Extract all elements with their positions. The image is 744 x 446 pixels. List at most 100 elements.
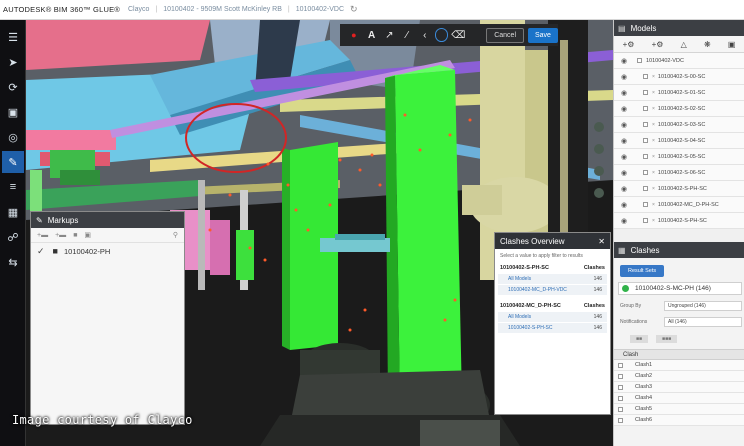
result-sets-button[interactable]: Result Sets — [620, 265, 665, 277]
clash-row[interactable]: Clash5 — [614, 404, 744, 415]
nav-dot[interactable] — [594, 122, 604, 132]
clash-icon[interactable]: ▦ — [2, 201, 24, 223]
star-icon[interactable]: △ — [681, 40, 687, 49]
model-checkbox[interactable] — [643, 106, 648, 111]
check-icon[interactable]: ✓ — [37, 246, 45, 257]
group-by-select[interactable]: Ungrouped (146) — [664, 301, 742, 311]
eye-icon[interactable]: ◉ — [617, 201, 631, 209]
folder-icon[interactable]: ■ — [73, 232, 77, 239]
model-row[interactable]: ◉ × 10100402-MC_D-PH-SC — [614, 197, 744, 213]
merge-icon[interactable]: +⚙ — [652, 40, 664, 49]
eye-icon[interactable]: ◉ — [617, 121, 631, 129]
model-row[interactable]: ◉ × 10100402-S-03-SC — [614, 117, 744, 133]
model-checkbox[interactable] — [643, 170, 648, 175]
model-checkbox[interactable] — [643, 122, 648, 127]
refresh-icon[interactable]: ↻ — [350, 4, 358, 15]
delete-icon[interactable]: ▣ — [728, 40, 736, 49]
eye-icon[interactable]: ◉ — [617, 153, 631, 161]
eye-icon[interactable]: ◉ — [617, 185, 631, 193]
clash-filter-item[interactable]: All Models 146 — [498, 274, 607, 284]
markup-icon[interactable]: ✎ — [2, 151, 24, 173]
model-row[interactable]: ◉ × 10100402-S-PH-SC — [614, 181, 744, 197]
model-checkbox[interactable] — [643, 202, 648, 207]
view-icon[interactable]: ◎ — [2, 126, 24, 148]
remove-icon[interactable]: × — [652, 74, 655, 80]
notifications-select[interactable]: All (146) — [664, 317, 742, 327]
model-checkbox[interactable] — [643, 154, 648, 159]
remove-icon[interactable]: × — [652, 154, 655, 160]
attach-icon[interactable]: ☍ — [2, 226, 24, 248]
model-checkbox[interactable] — [637, 58, 642, 63]
nav-dot[interactable] — [594, 166, 604, 176]
model-row[interactable]: ◉ × 10100402-S-01-SC — [614, 85, 744, 101]
search-icon[interactable]: ⚲ — [173, 231, 178, 239]
action-button[interactable]: ■■ — [630, 335, 649, 343]
folder-add-icon[interactable]: +▬ — [55, 232, 66, 239]
clash-filter-item[interactable]: All Models 146 — [498, 312, 607, 322]
model-row[interactable]: ◉ × 10100402-S-02-SC — [614, 101, 744, 117]
breadcrumb-model[interactable]: 10100402-VDC — [296, 6, 344, 13]
model-row[interactable]: ◉ × 10100402-S-04-SC — [614, 133, 744, 149]
arrow-tool-icon[interactable]: ↗ — [381, 27, 397, 43]
clash-row[interactable]: Clash4 — [614, 393, 744, 404]
circle-tool-icon[interactable] — [434, 28, 449, 42]
eye-icon[interactable]: ◉ — [617, 57, 631, 65]
save-button[interactable]: Save — [528, 27, 558, 43]
record-dot-icon[interactable]: ● — [346, 27, 362, 43]
remove-icon[interactable]: × — [652, 122, 655, 128]
remove-icon[interactable]: × — [652, 186, 655, 192]
eye-icon[interactable]: ◉ — [617, 73, 631, 81]
model-row[interactable]: ◉ × 10100402-S-05-SC — [614, 149, 744, 165]
model-row[interactable]: ◉ 10100402-VDC — [614, 53, 744, 69]
clash-row[interactable]: Clash6 — [614, 415, 744, 426]
text-tool-icon[interactable]: A — [364, 27, 380, 43]
clash-row[interactable]: Clash3 — [614, 382, 744, 393]
clash-test-select[interactable]: 10100402-S-MC-PH (146) — [618, 282, 742, 295]
remove-icon[interactable]: × — [652, 138, 655, 144]
markup-item[interactable]: ✓ ■ 10100402-PH — [31, 243, 184, 259]
clash-checkbox[interactable] — [618, 373, 623, 379]
clash-row[interactable]: Clash2 — [614, 371, 744, 382]
list-icon[interactable]: ≡ — [2, 176, 24, 198]
clash-list-header[interactable]: Clash — [614, 349, 744, 360]
eye-icon[interactable]: ◉ — [617, 217, 631, 225]
eraser-icon[interactable]: ⌫ — [450, 27, 466, 43]
model-checkbox[interactable] — [643, 90, 648, 95]
eye-icon[interactable]: ◉ — [617, 137, 631, 145]
clash-row[interactable]: Clash1 — [614, 360, 744, 371]
line-tool-icon[interactable]: ∕ — [399, 27, 415, 43]
clash-checkbox[interactable] — [618, 384, 623, 390]
model-row[interactable]: ◉ × 10100402-S-PH-SC — [614, 213, 744, 229]
clash-filter-item[interactable]: 10100402-MC_D-PH-VDC 146 — [498, 285, 607, 295]
eye-icon[interactable]: ◉ — [617, 169, 631, 177]
model-checkbox[interactable] — [643, 218, 648, 223]
settings-icon[interactable]: ❋ — [704, 40, 711, 49]
add-icon[interactable]: +▬ — [37, 232, 48, 239]
close-icon[interactable]: ✕ — [598, 237, 605, 246]
cube-icon[interactable]: ▣ — [2, 101, 24, 123]
clash-checkbox[interactable] — [618, 395, 623, 401]
orbit-icon[interactable]: ⟳ — [2, 76, 24, 98]
remove-icon[interactable]: × — [652, 202, 655, 208]
remove-icon[interactable]: × — [652, 90, 655, 96]
model-checkbox[interactable] — [643, 138, 648, 143]
swap-icon[interactable]: ⇆ — [2, 251, 24, 273]
breadcrumb-company[interactable]: Clayco — [128, 6, 149, 13]
add-model-icon[interactable]: +⚙ — [623, 40, 635, 49]
remove-icon[interactable]: × — [652, 106, 655, 112]
model-row[interactable]: ◉ × 10100402-S-00-SC — [614, 69, 744, 85]
nav-dot[interactable] — [594, 188, 604, 198]
clash-checkbox[interactable] — [618, 406, 623, 412]
select-icon[interactable]: ➤ — [2, 51, 24, 73]
clash-filter-item[interactable]: 10100402-S-PH-SC 146 — [498, 323, 607, 333]
clash-checkbox[interactable] — [618, 362, 623, 368]
model-checkbox[interactable] — [643, 186, 648, 191]
cancel-button[interactable]: Cancel — [486, 27, 524, 43]
nav-dot[interactable] — [594, 144, 604, 154]
action-button[interactable]: ■■■ — [656, 335, 678, 343]
breadcrumb-project[interactable]: 10100402 - 9509M Scott McKinley RB — [163, 6, 282, 13]
chevron-tool-icon[interactable]: ‹ — [417, 27, 433, 43]
model-tree-icon[interactable]: ☰ — [2, 26, 24, 48]
delete-icon[interactable]: ▣ — [84, 231, 91, 239]
eye-icon[interactable]: ◉ — [617, 105, 631, 113]
